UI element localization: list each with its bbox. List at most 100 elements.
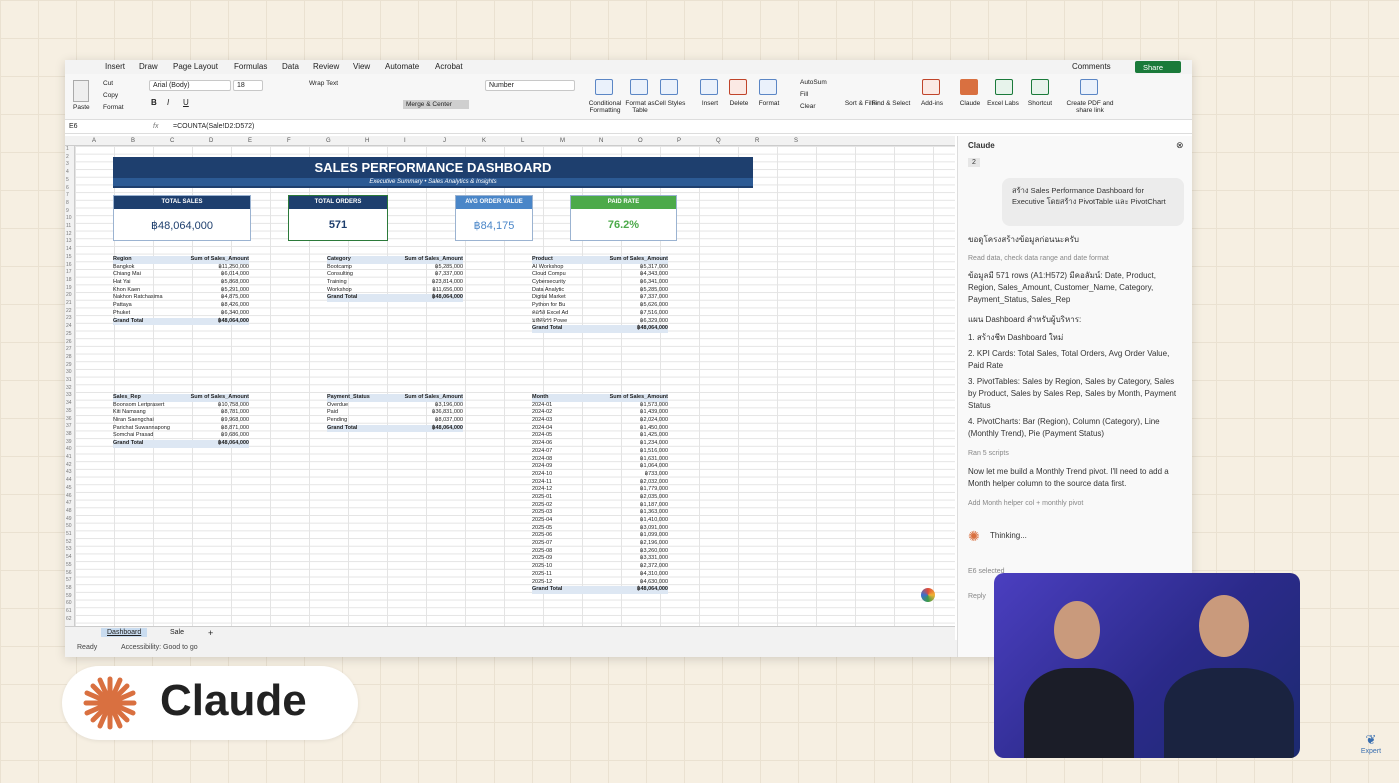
pivot-sales-rep[interactable]: Sales_Rep Sum of Sales_Amount Boonsom Lert… xyxy=(113,394,249,448)
shortcut-icon[interactable] xyxy=(1031,79,1049,95)
pivot-payment-status[interactable]: Payment_Status Sum of Sales_Amount Overdue… xyxy=(327,394,463,433)
row-header[interactable]: 56 xyxy=(66,570,72,576)
row-header[interactable]: 9 xyxy=(66,208,69,214)
pivot-total-row[interactable]: Grand Total ฿48,064,000 xyxy=(327,294,463,303)
font-select[interactable]: Arial (Body) xyxy=(149,80,231,91)
row-header[interactable]: 47 xyxy=(66,500,72,506)
pivot-row[interactable]: 2024-10 ฿733,000 xyxy=(532,471,668,479)
pivot-row[interactable]: Nakhon Ratchasima ฿4,875,000 xyxy=(113,294,249,302)
tool-step[interactable]: Ran 5 scripts xyxy=(968,448,1183,460)
row-header[interactable]: 41 xyxy=(66,454,72,460)
pivot-row[interactable]: 2024-02 ฿1,439,000 xyxy=(532,409,668,417)
row-header[interactable]: 24 xyxy=(66,323,72,329)
row-header[interactable]: 3 xyxy=(66,161,69,167)
pivot-header-row[interactable]: Month Sum of Sales_Amount xyxy=(532,394,668,402)
pivot-row[interactable]: Digital Market ฿7,337,000 xyxy=(532,294,668,302)
row-header[interactable]: 31 xyxy=(66,377,72,383)
pivot-row[interactable]: 2025-01 ฿2,035,000 xyxy=(532,494,668,502)
row-header[interactable]: 44 xyxy=(66,477,72,483)
excel-labs-icon[interactable] xyxy=(995,79,1013,95)
row-header[interactable]: 59 xyxy=(66,593,72,599)
pivot-row[interactable]: Pattaya ฿8,426,000 xyxy=(113,302,249,310)
merge-center-button[interactable]: Merge & Center xyxy=(403,100,469,109)
pivot-row[interactable]: Cybersecurity ฿6,341,000 xyxy=(532,279,668,287)
find-select-button[interactable]: Find & Select xyxy=(869,100,913,107)
row-header[interactable]: 13 xyxy=(66,238,72,244)
pivot-row[interactable]: 2024-06 ฿1,234,000 xyxy=(532,440,668,448)
clear-button[interactable]: Clear xyxy=(800,103,816,110)
format-painter-button[interactable]: Format xyxy=(103,104,124,111)
row-header[interactable]: 48 xyxy=(66,508,72,514)
column-header[interactable]: K xyxy=(482,138,486,144)
italic-button[interactable]: I xyxy=(167,98,169,107)
row-header[interactable]: 39 xyxy=(66,439,72,445)
column-header[interactable]: B xyxy=(131,138,135,144)
column-header[interactable]: R xyxy=(755,138,759,144)
pivot-row[interactable]: 2024-03 ฿2,024,000 xyxy=(532,417,668,425)
row-header[interactable]: 40 xyxy=(66,446,72,452)
column-header[interactable]: P xyxy=(677,138,681,144)
tab-sale[interactable]: Sale xyxy=(170,629,184,636)
row-header[interactable]: 11 xyxy=(66,223,71,229)
pivot-total-row[interactable]: Grand Total ฿48,064,000 xyxy=(327,424,463,433)
pivot-row[interactable]: คอร์ส Excel Ad ฿7,516,000 xyxy=(532,310,668,318)
column-header[interactable]: G xyxy=(326,138,331,144)
row-header[interactable]: 55 xyxy=(66,562,72,568)
row-header[interactable]: 61 xyxy=(66,608,72,614)
pivot-header-row[interactable]: Payment_Status Sum of Sales_Amount xyxy=(327,394,463,402)
row-header[interactable]: 4 xyxy=(66,169,69,175)
conditional-formatting-icon[interactable] xyxy=(595,79,613,95)
pivot-row[interactable]: Training ฿23,814,000 xyxy=(327,279,463,287)
row-header[interactable]: 32 xyxy=(66,385,72,391)
kpi-total-orders[interactable]: TOTAL ORDERS 571 xyxy=(288,195,388,241)
column-header[interactable]: S xyxy=(794,138,798,144)
pivot-row[interactable]: Consulting ฿7,337,000 xyxy=(327,271,463,279)
row-header[interactable]: 10 xyxy=(66,215,72,221)
row-header[interactable]: 16 xyxy=(66,262,72,268)
comments-button[interactable]: Comments xyxy=(1072,62,1111,71)
pivot-total-row[interactable]: Grand Total ฿48,064,000 xyxy=(532,325,668,333)
menu-formulas[interactable]: Formulas xyxy=(234,62,267,71)
row-header[interactable]: 5 xyxy=(66,177,69,183)
insert-cells-icon[interactable] xyxy=(700,79,718,95)
column-header[interactable]: O xyxy=(638,138,643,144)
pivot-row[interactable]: 2025-11 ฿4,310,000 xyxy=(532,571,668,579)
row-header[interactable]: 46 xyxy=(66,493,72,499)
row-header[interactable]: 58 xyxy=(66,585,72,591)
pivot-row[interactable]: Hat Yai ฿5,868,000 xyxy=(113,279,249,287)
row-header[interactable]: 60 xyxy=(66,600,72,606)
row-header[interactable]: 18 xyxy=(66,277,72,283)
format-label[interactable]: Format xyxy=(747,100,791,107)
function-icon[interactable]: fx xyxy=(153,123,158,130)
pivot-row[interactable]: 2024-07 ฿1,516,000 xyxy=(532,448,668,456)
pivot-row[interactable]: Paid ฿36,831,000 xyxy=(327,409,463,417)
row-header[interactable]: 22 xyxy=(66,308,72,314)
paste-label[interactable]: Paste xyxy=(73,104,90,111)
row-header[interactable]: 1 xyxy=(66,146,69,152)
pivot-row[interactable]: 2025-10 ฿2,372,000 xyxy=(532,563,668,571)
pivot-row[interactable]: 2025-06 ฿1,099,000 xyxy=(532,532,668,540)
menu-acrobat[interactable]: Acrobat xyxy=(435,62,463,71)
pivot-row[interactable]: Python for Bu ฿5,626,000 xyxy=(532,302,668,310)
row-header[interactable]: 54 xyxy=(66,554,72,560)
pivot-month[interactable]: Month Sum of Sales_Amount 2024-01 ฿1,573,00… xyxy=(532,394,668,594)
column-header[interactable]: J xyxy=(443,138,446,144)
pivot-row[interactable]: 2025-09 ฿3,331,000 xyxy=(532,555,668,563)
row-header[interactable]: 38 xyxy=(66,431,72,437)
column-header[interactable]: D xyxy=(209,138,213,144)
add-ins-icon[interactable] xyxy=(922,79,940,95)
add-sheet-icon[interactable]: + xyxy=(208,628,213,638)
row-header[interactable]: 27 xyxy=(66,346,72,352)
row-header[interactable]: 17 xyxy=(66,269,72,275)
row-header[interactable]: 36 xyxy=(66,416,72,422)
pivot-row[interactable]: Pending ฿8,037,000 xyxy=(327,417,463,425)
row-header[interactable]: 2 xyxy=(66,154,69,160)
row-header[interactable]: 45 xyxy=(66,485,72,491)
row-header[interactable]: 62 xyxy=(66,616,72,622)
cell-styles-label[interactable]: Cell Styles xyxy=(648,100,692,107)
kpi-paid-rate[interactable]: PAID RATE 76.2% xyxy=(570,195,677,241)
row-header[interactable]: 37 xyxy=(66,423,72,429)
pivot-row[interactable]: Phuket ฿6,340,000 xyxy=(113,310,249,318)
row-header[interactable]: 19 xyxy=(66,285,72,291)
tool-step[interactable]: Read data, check data range and date for… xyxy=(968,253,1183,265)
